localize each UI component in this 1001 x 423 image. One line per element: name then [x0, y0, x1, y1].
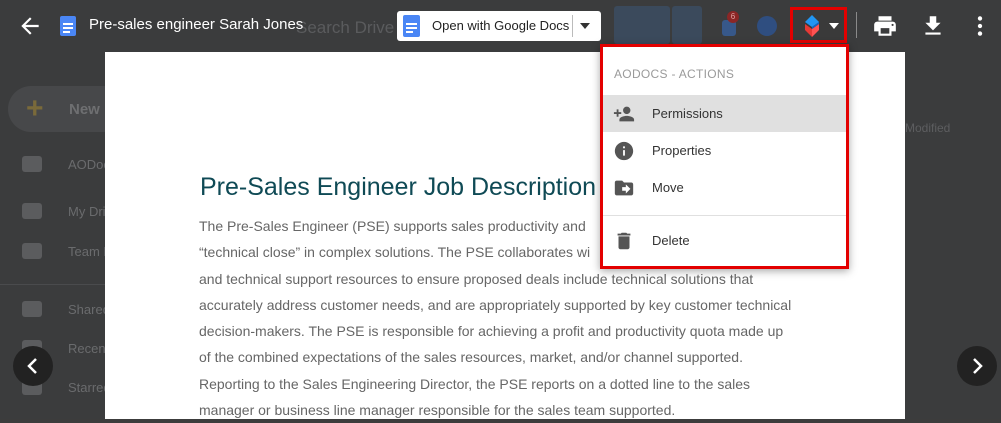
menu-item-label: Permissions	[652, 106, 723, 121]
download-icon[interactable]	[920, 13, 946, 39]
google-docs-icon	[60, 16, 76, 36]
search-icon	[22, 156, 42, 172]
menu-divider	[603, 215, 846, 216]
more-vert-icon[interactable]	[967, 13, 993, 39]
menu-header: AODOCS - ACTIONS	[614, 67, 735, 81]
menu-item-label: Properties	[652, 143, 712, 158]
folder-move-icon	[614, 180, 634, 196]
google-docs-icon	[403, 15, 420, 37]
document-heading: Pre-Sales Engineer Job Description	[200, 173, 597, 201]
open-with-button[interactable]: Open with Google Docs	[397, 11, 601, 41]
background-folder-button	[614, 6, 670, 44]
file-title: Pre-sales engineer Sarah Jones	[89, 16, 304, 33]
plus-icon: +	[26, 92, 44, 125]
previous-file-button[interactable]	[13, 346, 53, 386]
aodocs-actions-menu: AODOCS - ACTIONS Permissions Properties …	[600, 44, 849, 269]
background-new-label: New	[69, 101, 100, 118]
document-line: of the combined expectations of the sale…	[199, 349, 743, 366]
aodocs-actions-button[interactable]	[790, 7, 847, 43]
print-icon[interactable]	[872, 13, 898, 39]
background-modified-header: Modified	[905, 121, 951, 135]
notification-badge: 6	[727, 11, 739, 23]
team-drive-icon	[22, 243, 42, 259]
chevron-right-icon	[973, 358, 983, 374]
document-line: manager or business line manager respons…	[199, 402, 676, 419]
menu-item-label: Move	[652, 180, 684, 195]
people-icon	[22, 301, 42, 317]
document-line: decision-makers. The PSE is responsible …	[199, 323, 784, 340]
menu-item-permissions[interactable]: Permissions	[603, 95, 846, 132]
arrow-left-icon[interactable]	[17, 13, 43, 39]
viewer-toolbar: Pre-sales engineer Sarah Jones Open with…	[0, 0, 1001, 52]
person-add-icon	[613, 106, 635, 122]
gear-icon	[757, 16, 777, 36]
menu-item-properties[interactable]: Properties	[603, 132, 846, 169]
chevron-left-icon	[27, 358, 37, 374]
document-line: accurately address customer needs, and a…	[199, 296, 792, 313]
info-icon	[614, 141, 634, 161]
toolbar-separator	[856, 12, 857, 38]
menu-item-delete[interactable]: Delete	[603, 222, 846, 259]
next-file-button[interactable]	[957, 346, 997, 386]
chevron-down-icon	[829, 23, 839, 29]
background-nav-recent: Recent	[68, 341, 110, 356]
menu-item-move[interactable]: Move	[603, 169, 846, 206]
background-folder-dropdown	[672, 6, 702, 44]
menu-item-label: Delete	[652, 233, 690, 248]
document-line: Reporting to the Sales Engineering Direc…	[199, 375, 750, 392]
trash-icon	[617, 232, 631, 250]
open-with-separator	[572, 15, 573, 37]
document-line: and technical support resources to ensur…	[199, 270, 754, 287]
open-with-label: Open with Google Docs	[432, 18, 570, 33]
chevron-down-icon[interactable]	[580, 23, 590, 29]
drive-icon	[22, 203, 42, 219]
background-divider	[0, 284, 105, 285]
aodocs-logo-icon	[805, 15, 819, 37]
